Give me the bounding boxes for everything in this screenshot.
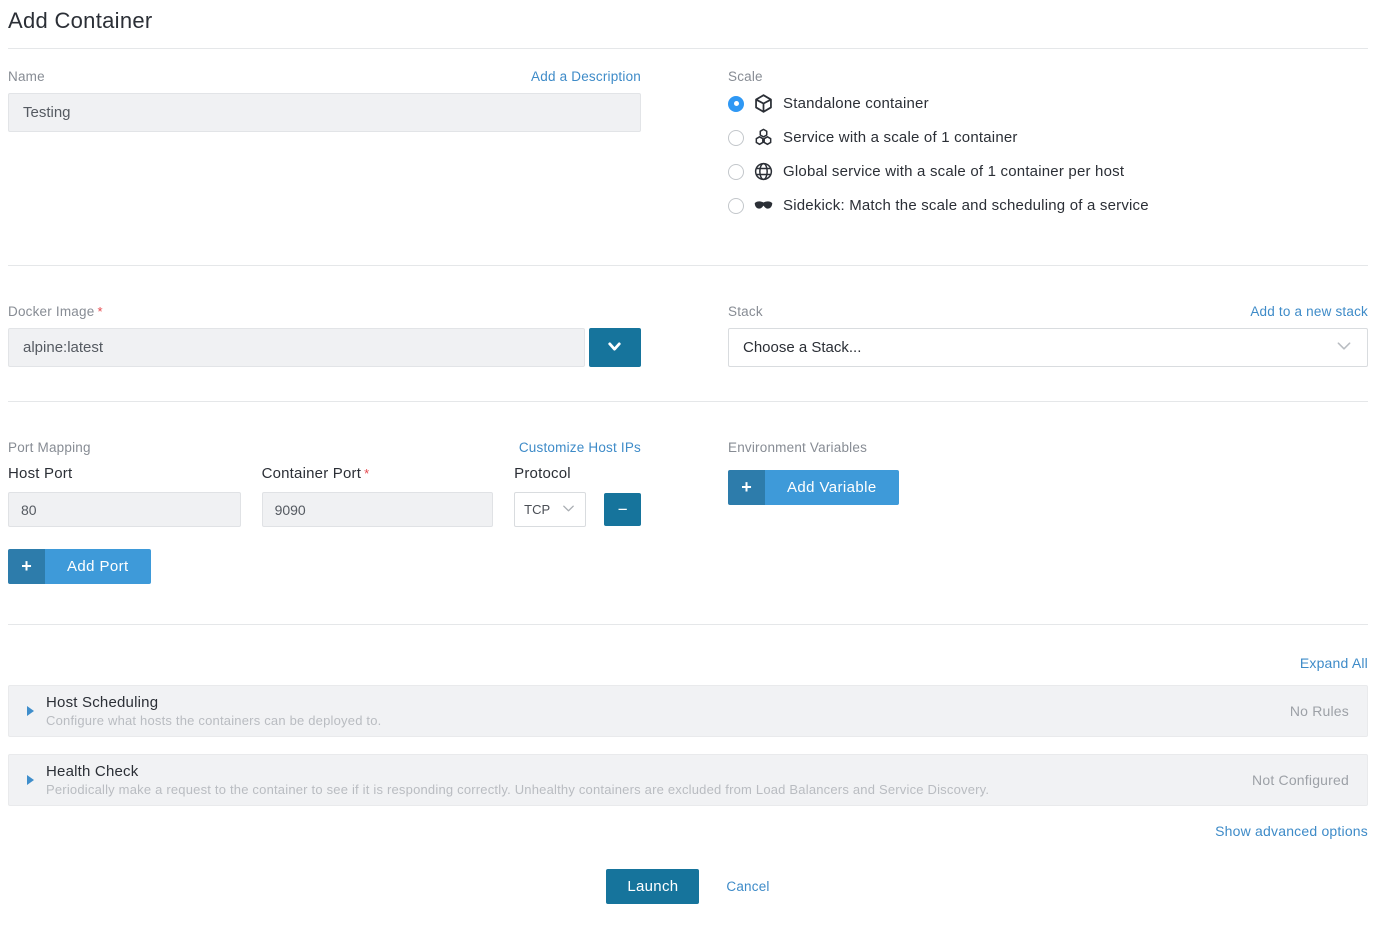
docker-image-group: Docker Image* bbox=[8, 304, 641, 367]
accordion-title: Host Scheduling bbox=[46, 694, 1266, 711]
customize-host-ips-link[interactable]: Customize Host IPs bbox=[519, 440, 641, 455]
add-port-button[interactable]: + Add Port bbox=[8, 549, 151, 584]
accordion-description: Configure what hosts the containers can … bbox=[46, 713, 1266, 728]
container-port-label: Container Port* bbox=[262, 465, 494, 482]
expand-all-link[interactable]: Expand All bbox=[1300, 655, 1368, 671]
protocol-label: Protocol bbox=[514, 465, 586, 482]
environment-group: Environment Variables + Add Variable bbox=[728, 440, 1368, 584]
add-description-link[interactable]: Add a Description bbox=[531, 69, 641, 84]
accordion-description: Periodically make a request to the conta… bbox=[46, 782, 1228, 797]
port-mapping-label: Port Mapping bbox=[8, 440, 91, 455]
mask-icon bbox=[753, 195, 774, 216]
stack-label: Stack bbox=[728, 304, 763, 319]
add-port-label: Add Port bbox=[45, 549, 151, 584]
form-actions: Launch Cancel bbox=[8, 869, 1368, 904]
environment-variables-label: Environment Variables bbox=[728, 440, 867, 455]
scale-label: Scale bbox=[728, 69, 763, 84]
launch-button[interactable]: Launch bbox=[606, 869, 699, 904]
scale-option-label: Sidekick: Match the scale and scheduling… bbox=[783, 197, 1149, 214]
chevron-down-icon bbox=[606, 338, 623, 358]
show-advanced-options-link[interactable]: Show advanced options bbox=[1215, 823, 1368, 839]
service-icon bbox=[753, 127, 774, 148]
scale-option-label: Standalone container bbox=[783, 95, 929, 112]
add-new-stack-link[interactable]: Add to a new stack bbox=[1250, 304, 1368, 319]
section-name-scale: Name Add a Description Scale Standalone … bbox=[8, 49, 1368, 265]
add-variable-label: Add Variable bbox=[765, 470, 899, 505]
accordion-status: No Rules bbox=[1290, 703, 1349, 719]
image-dropdown-button[interactable] bbox=[589, 328, 641, 367]
container-port-input[interactable] bbox=[262, 492, 494, 527]
docker-image-label: Docker Image* bbox=[8, 304, 103, 319]
port-row: Host Port Container Port* Protocol TCP bbox=[8, 465, 641, 527]
chevron-down-icon bbox=[1335, 337, 1353, 359]
cancel-button[interactable]: Cancel bbox=[726, 879, 769, 894]
host-port-label: Host Port bbox=[8, 465, 241, 482]
plus-icon: + bbox=[8, 549, 45, 584]
stack-select[interactable]: Choose a Stack... bbox=[728, 328, 1368, 367]
protocol-select[interactable]: TCP bbox=[514, 492, 586, 527]
section-ports-env: Port Mapping Customize Host IPs Host Por… bbox=[8, 402, 1368, 624]
docker-image-input[interactable] bbox=[8, 328, 585, 367]
triangle-right-icon bbox=[27, 775, 34, 785]
radio-unselected[interactable] bbox=[728, 130, 744, 146]
host-port-input[interactable] bbox=[8, 492, 241, 527]
globe-icon bbox=[753, 161, 774, 182]
section-image-stack: Docker Image* Stack Add to a new stack C… bbox=[8, 266, 1368, 401]
radio-unselected[interactable] bbox=[728, 198, 744, 214]
add-variable-button[interactable]: + Add Variable bbox=[728, 470, 899, 505]
name-label: Name bbox=[8, 69, 45, 84]
port-mapping-group: Port Mapping Customize Host IPs Host Por… bbox=[8, 440, 641, 584]
required-marker: * bbox=[97, 304, 102, 319]
scale-option-sidekick[interactable]: Sidekick: Match the scale and scheduling… bbox=[728, 195, 1368, 216]
name-input[interactable] bbox=[8, 93, 641, 132]
scale-field-group: Scale Standalone container bbox=[728, 69, 1368, 229]
section-advanced: Expand All Host Scheduling Configure wha… bbox=[8, 625, 1368, 841]
accordion-status: Not Configured bbox=[1252, 772, 1349, 788]
radio-unselected[interactable] bbox=[728, 164, 744, 180]
remove-port-button[interactable]: − bbox=[604, 493, 641, 526]
required-marker: * bbox=[364, 466, 369, 481]
cube-icon bbox=[753, 93, 774, 114]
radio-selected[interactable] bbox=[728, 96, 744, 112]
triangle-right-icon bbox=[27, 706, 34, 716]
plus-icon: + bbox=[728, 470, 765, 505]
chevron-down-icon bbox=[561, 501, 576, 519]
stack-select-value: Choose a Stack... bbox=[743, 339, 861, 356]
scale-option-service[interactable]: Service with a scale of 1 container bbox=[728, 127, 1368, 148]
scale-option-label: Global service with a scale of 1 contain… bbox=[783, 163, 1124, 180]
accordion-title: Health Check bbox=[46, 763, 1228, 780]
scale-option-standalone[interactable]: Standalone container bbox=[728, 93, 1368, 114]
scale-option-global[interactable]: Global service with a scale of 1 contain… bbox=[728, 161, 1368, 182]
add-container-form: Add Container Name Add a Description Sca… bbox=[0, 0, 1388, 904]
stack-group: Stack Add to a new stack Choose a Stack.… bbox=[728, 304, 1368, 367]
page-title: Add Container bbox=[8, 0, 1368, 48]
scale-option-label: Service with a scale of 1 container bbox=[783, 129, 1018, 146]
accordion-health-check[interactable]: Health Check Periodically make a request… bbox=[8, 754, 1368, 806]
accordion-host-scheduling[interactable]: Host Scheduling Configure what hosts the… bbox=[8, 685, 1368, 737]
name-field-group: Name Add a Description bbox=[8, 69, 641, 229]
protocol-select-value: TCP bbox=[524, 502, 550, 517]
minus-icon: − bbox=[618, 501, 628, 518]
